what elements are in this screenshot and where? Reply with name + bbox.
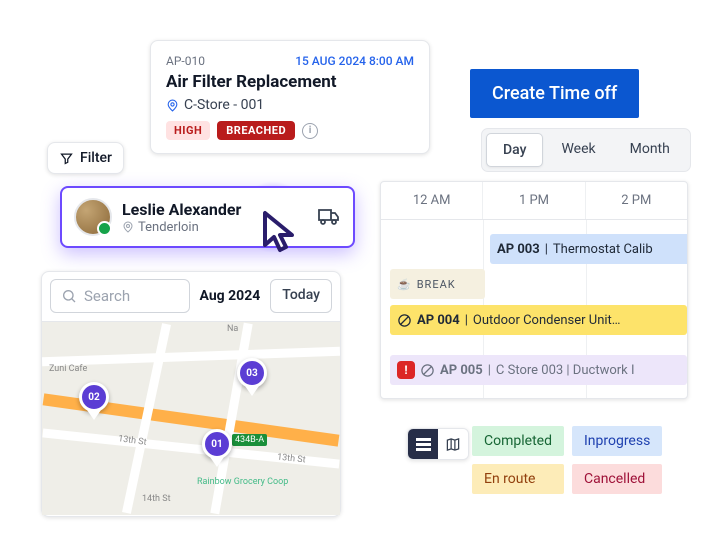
job-datetime: 15 AUG 2024 8:00 AM: [295, 54, 414, 68]
map-canvas[interactable]: Zuni Cafe Na 13th St 13th St 14th St Rai…: [42, 321, 340, 515]
search-input[interactable]: Search: [50, 279, 190, 313]
technician-card[interactable]: Leslie Alexander Tenderloin: [60, 186, 355, 248]
schedule-event[interactable]: ! AP 005 | C Store 003 | Ductwork I: [390, 355, 687, 385]
map-poi: Rainbow Grocery Coop: [197, 477, 288, 487]
map-poi: Zuni Cafe: [49, 364, 87, 374]
map-panel: Search Aug 2024 Today Zuni Cafe Na 13th …: [41, 271, 341, 517]
job-card[interactable]: AP-010 15 AUG 2024 8:00 AM Air Filter Re…: [150, 40, 430, 154]
event-code: AP 005: [440, 363, 483, 378]
month-label[interactable]: Aug 2024: [197, 279, 264, 313]
route-badge: 434B-A: [232, 434, 267, 446]
range-segmented: Day Week Month: [481, 128, 691, 172]
map-view-button[interactable]: [438, 429, 468, 459]
ban-icon: [420, 363, 435, 378]
event-title: Outdoor Condenser Unit…: [473, 313, 621, 328]
search-icon: [61, 288, 77, 304]
schedule-col-header: 12 AM: [381, 182, 483, 219]
map-street-label: 13th St: [277, 453, 306, 466]
status-enroute: En route: [472, 464, 564, 494]
schedule-col-header: 2 PM: [586, 182, 687, 219]
coffee-icon: ☕: [397, 278, 412, 291]
map-icon: [445, 437, 461, 452]
map-street-label: Na: [227, 324, 238, 334]
schedule-col-header: 1 PM: [483, 182, 585, 219]
range-week[interactable]: Week: [545, 133, 611, 167]
schedule-event[interactable]: AP 003 | Thermostat Calib: [490, 234, 687, 264]
schedule-grid: 12 AM 1 PM 2 PM ☕ BREAK AP 003 | Thermos…: [380, 181, 688, 399]
priority-badge: HIGH: [166, 121, 210, 140]
break-label: BREAK: [417, 278, 456, 291]
truck-icon: [317, 207, 341, 227]
today-button[interactable]: Today: [270, 279, 332, 313]
search-placeholder: Search: [84, 287, 130, 305]
status-completed: Completed: [472, 426, 564, 456]
list-icon: [416, 438, 431, 451]
map-pin[interactable]: 03: [237, 358, 267, 388]
event-title: C Store 003 | Ductwork I: [496, 363, 635, 378]
filter-label: Filter: [80, 150, 112, 166]
list-view-button[interactable]: [408, 429, 438, 459]
location-icon: [166, 99, 179, 112]
job-location: C-Store - 001: [184, 97, 264, 113]
job-id: AP-010: [166, 54, 205, 68]
event-code: AP 003: [497, 242, 540, 257]
map-pin[interactable]: 01: [202, 429, 232, 459]
view-toggle: [407, 428, 469, 460]
range-day[interactable]: Day: [486, 133, 543, 167]
cursor-icon: [260, 210, 300, 254]
status-legend: Completed Inprogress En route Cancelled: [472, 426, 662, 494]
sla-badge: BREACHED: [217, 121, 295, 140]
job-title: Air Filter Replacement: [166, 72, 414, 92]
avatar: [74, 198, 112, 236]
info-icon[interactable]: i: [302, 123, 318, 139]
range-month[interactable]: Month: [614, 133, 686, 167]
technician-location: Tenderloin: [138, 220, 199, 235]
filter-button[interactable]: Filter: [47, 142, 124, 174]
ban-icon: [397, 313, 412, 328]
schedule-event[interactable]: AP 004 | Outdoor Condenser Unit…: [390, 305, 687, 335]
event-code: AP 004: [417, 313, 460, 328]
alert-icon: !: [397, 361, 415, 379]
location-icon: [122, 221, 134, 233]
map-street-label: 14th St: [142, 494, 171, 504]
status-cancelled: Cancelled: [572, 464, 662, 494]
break-event[interactable]: ☕ BREAK: [390, 269, 485, 299]
technician-name: Leslie Alexander: [122, 200, 241, 219]
filter-icon: [59, 151, 74, 166]
create-time-off-button[interactable]: Create Time off: [470, 69, 639, 118]
map-pin[interactable]: 02: [79, 382, 109, 412]
status-inprogress: Inprogress: [572, 426, 662, 456]
event-title: Thermostat Calib: [553, 242, 653, 257]
